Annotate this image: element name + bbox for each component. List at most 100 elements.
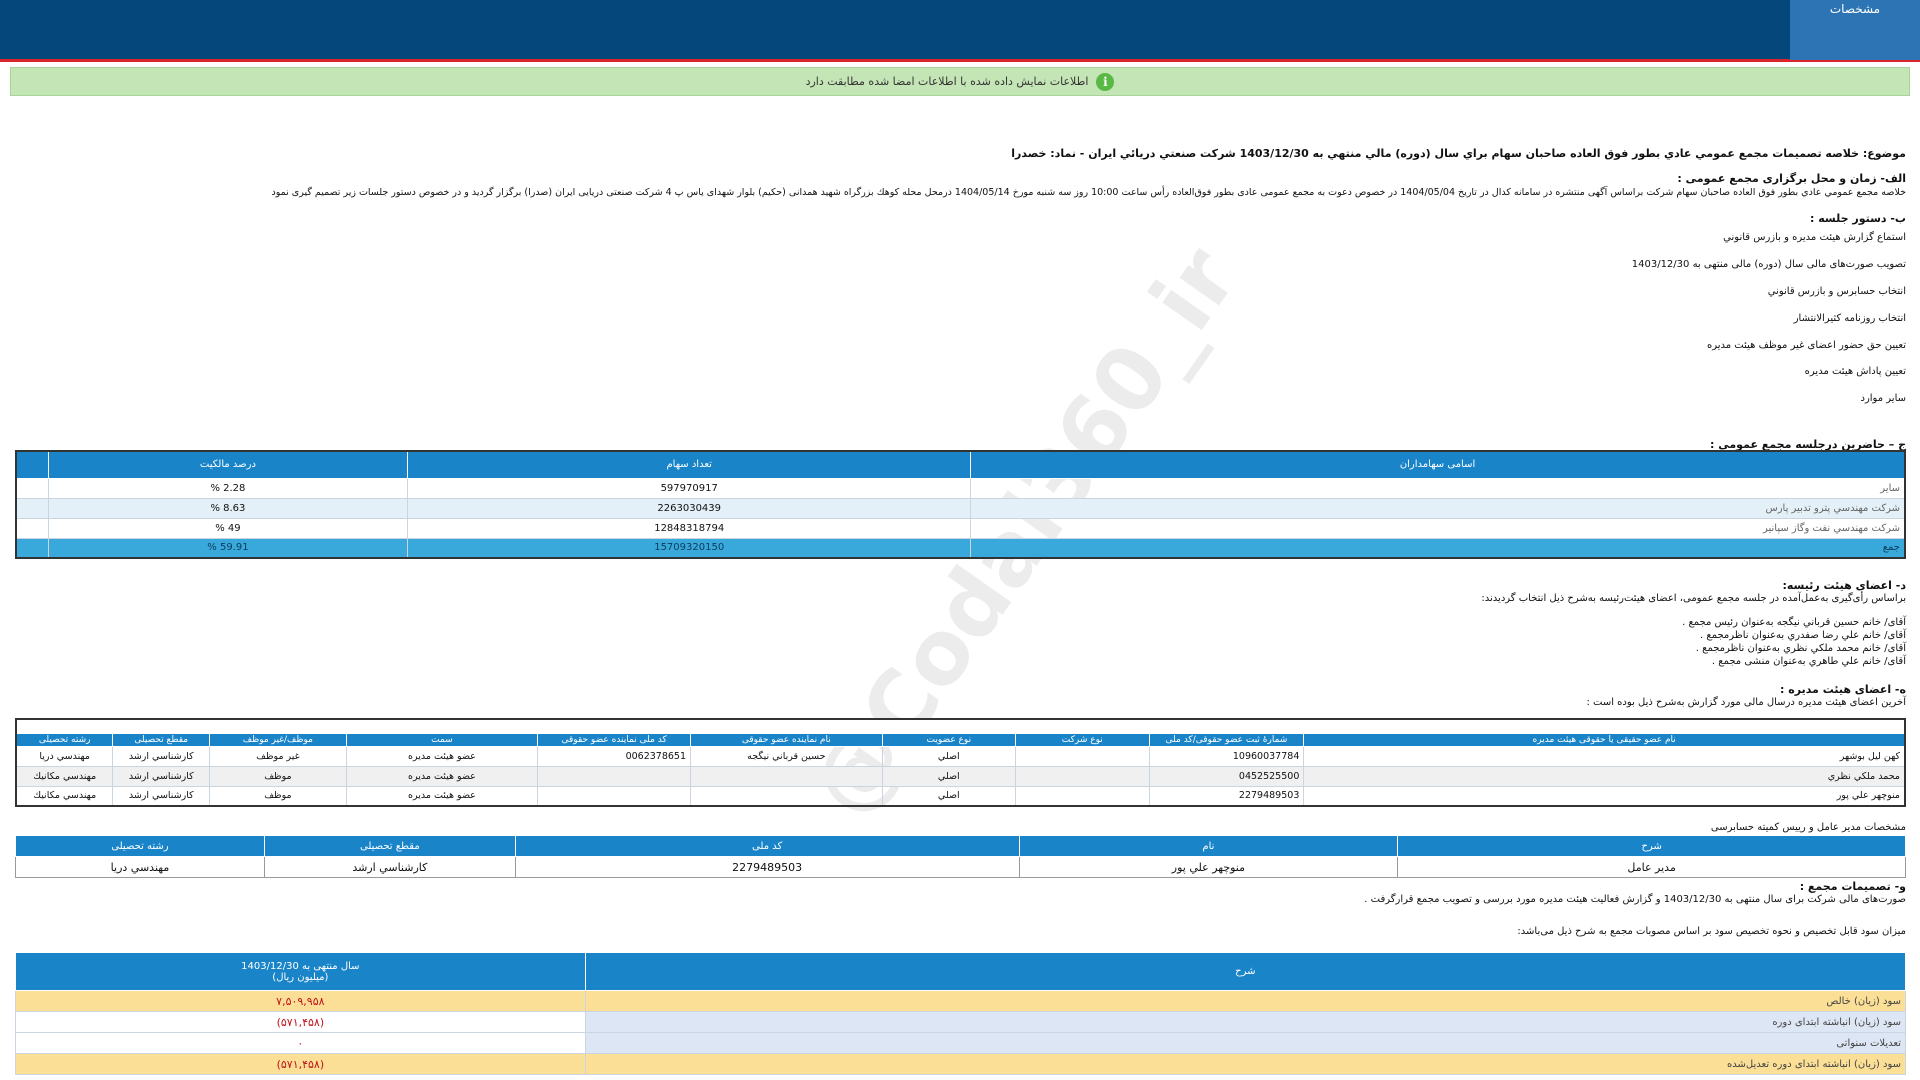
shareholders-table: اسامی سهامداران تعداد سهام درصد مالکيت س… [15,450,1906,559]
column-header-year: سال منتهی به 1403/12/30 (میلیون ریال) [15,952,586,991]
column-header: نام عضو حقیقی یا حقوقی هیئت مدیره [1303,732,1906,747]
cell: منوچهر علي پور [1303,785,1906,807]
agenda-item: تصويب صورت‌های مالی سال (دوره) مالی منته… [1631,259,1906,270]
table-row: شرکت مهندسي نفت وگاز سپانير 12848318794 … [15,517,1906,539]
empty-cell [15,497,49,519]
column-header [15,450,49,479]
section-d-intro: براساس رأی‌گيری به‌عمل‌آمده در جلسه مجمع… [1481,593,1906,604]
row-value: (۵۷۱,۴۵۸) [15,1053,586,1075]
alert-text: اطلاعات نمایش داده شده با اطلاعات امضا ش… [805,75,1089,88]
cell [690,785,883,807]
presiding-member: آقای/ خانم حسين قرباني نيگجه به‌عنوان رئ… [1682,617,1906,628]
total-shares: 15709320150 [407,537,972,559]
table-row: مدير عامل منوچهر علي پور 2279489503 كارش… [15,856,1906,878]
column-header: شرح [1397,835,1906,857]
top-header-bar: مشخصات [0,0,1920,62]
cell: عضو هيئت مديره [345,745,539,767]
spacer-cell [16,719,1905,733]
table-row: شرکت مهندسي پترو تدبير پارس 2263030439 8… [15,497,1906,519]
cell [1015,745,1150,767]
cell: اصلي [881,765,1017,787]
board-members-table: نام عضو حقیقی یا حقوقی هیئت مدیره شمارۀ … [15,718,1906,807]
section-b-title: ب- دستور جلسه : [1810,212,1906,225]
agenda-item: ساير موارد [1860,393,1907,404]
unit-label: (میلیون ریال) [272,971,329,983]
table-row: سود (زيان) خالص ۷,۵۰۹,۹۵۸ [15,990,1907,1012]
table-row: سایر 597970917 2.28 % [15,477,1906,499]
cell: موظف [209,765,347,787]
cell: محمد ملكي نظري [1303,765,1906,787]
row-description: سود (زيان) انباشته ابتدای دوره تعديل‌شده [584,1053,1907,1075]
cell: حسين قرباني نيگجه [690,745,883,767]
empty-cell [15,517,49,539]
presiding-member: آقای/ خانم علي طاهري به‌عنوان منشی مجمع … [1711,656,1906,667]
cell: منوچهر علي پور [1018,856,1399,878]
spacer-row [16,719,1905,733]
row-value: ۷,۵۰۹,۹۵۸ [15,990,586,1012]
shares-count: 2263030439 [407,497,972,519]
table-header-row: نام عضو حقیقی یا حقوقی هیئت مدیره شمارۀ … [15,732,1906,747]
section-f-text: صورت‌های مالی شرکت برای سال منتهی به 140… [1364,894,1906,905]
table-row: منوچهر علي پور 2279489503 اصلي عضو هيئت … [15,785,1906,807]
row-value: (۵۷۱,۴۵۸) [15,1011,586,1033]
table-row: محمد ملكي نظري 0452525500 اصلي عضو هيئت … [15,765,1906,787]
row-description: تعديلات سنواتی [584,1032,1907,1054]
cell [1015,785,1150,807]
cell: اصلي [881,785,1017,807]
cell [690,765,883,787]
cell: مهندسي مكانيك [15,785,114,807]
cell [537,765,692,787]
profit-allocation-table: شرح سال منتهی به 1403/12/30 (میلیون ریال… [15,952,1907,1075]
section-e-title: ه- اعضای هيئت مديره : [1780,683,1906,696]
shareholder-name: سایر [970,477,1906,499]
tab-details[interactable]: مشخصات [1790,0,1920,60]
total-row: جمع 15709320150 59.91 % [15,537,1906,559]
cell: 0452525500 [1148,765,1305,787]
column-header: شمارۀ ثبت عضو حقوقی/کد ملی [1148,732,1305,747]
shareholder-name: شرکت مهندسي پترو تدبير پارس [970,497,1906,519]
table-row: تعديلات سنواتی ۰ [15,1032,1907,1054]
year-label: سال منتهی به 1403/12/30 [241,960,360,972]
row-value: ۰ [15,1032,586,1054]
report-subject: موضوع: خلاصه تصمیمات مجمع عمومي عادي بطو… [1011,147,1906,160]
column-header: نام نماینده عضو حقوقی [690,732,883,747]
cell: غير موظف [209,745,347,767]
agenda-item: استماع گزارش هيئت مديره و بازرس قانوني [1723,232,1906,243]
cell: كهن ليل بوشهر [1303,745,1906,767]
empty-cell [15,477,49,499]
cell: عضو هيئت مديره [345,785,539,807]
column-header: کد ملی [514,835,1020,857]
section-e-intro: آخرين اعضای هيئت مديره درسال مالی مورد گ… [1586,697,1906,708]
cell: اصلي [881,745,1017,767]
table-row: كهن ليل بوشهر 10960037784 اصلي حسين قربا… [15,745,1906,767]
ceo-section-title: مشخصات مدیر عامل و رییس کمیته حسابرسی [1710,822,1906,833]
row-description: سود (زيان) انباشته ابتدای دوره [584,1011,1907,1033]
presiding-member: آقای/ خانم محمد ملكي نظري به‌عنوان ناظرم… [1695,643,1906,654]
section-a-text: خلاصه مجمع عمومي عادي بطور فوق العاده صا… [271,187,1907,198]
agenda-item: تعيين پاداش هيئت مديره [1804,366,1906,377]
verification-alert: i اطلاعات نمایش داده شده با اطلاعات امضا… [10,67,1910,96]
cell: مهندسي دريا [15,856,265,878]
agenda-item: انتخاب حسابرس و بازرس قانوني [1767,286,1906,297]
table-row: سود (زيان) انباشته ابتدای دوره (۵۷۱,۴۵۸) [15,1011,1907,1033]
section-f-text: ميزان سود قابل تخصيص و نحوه تخصيص سود بر… [1517,926,1906,937]
column-header: موظف/غیر موظف [209,732,347,747]
ownership-percent: 49 % [47,517,409,539]
column-header: رشته تحصیلی [15,835,265,857]
column-header: مقطع تحصیلی [263,835,516,857]
cell [537,785,692,807]
column-header: سمت [345,732,539,747]
cell: 2279489503 [1148,785,1305,807]
agenda-item: تعيين حق حضور اعضای غير موظف هيئت مديره [1706,340,1906,351]
column-header: درصد مالکيت [47,450,409,479]
table-header-row: شرح سال منتهی به 1403/12/30 (میلیون ریال… [15,952,1907,991]
shares-count: 597970917 [407,477,972,499]
table-header-row: اسامی سهامداران تعداد سهام درصد مالکيت [15,450,1906,479]
column-header: نوع عضویت [881,732,1017,747]
cell: مهندسي مكانيك [15,765,114,787]
row-description: سود (زيان) خالص [584,990,1907,1012]
section-a-title: الف- زمان و محل برگزاری مجمع عمومی : [1677,172,1906,185]
ownership-percent: 8.63 % [47,497,409,519]
column-header: اسامی سهامداران [970,450,1906,479]
cell [1015,765,1150,787]
